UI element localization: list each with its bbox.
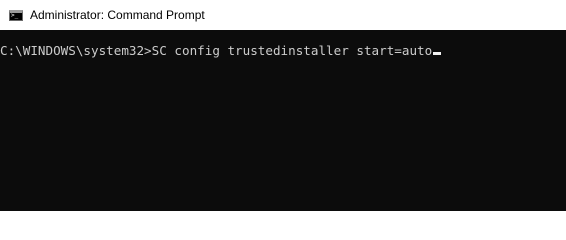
title-bar[interactable]: >_ Administrator: Command Prompt (0, 0, 566, 30)
command-line: C:\WINDOWS\system32>SC config trustedins… (0, 43, 442, 59)
window-title: Administrator: Command Prompt (30, 8, 205, 22)
console-area[interactable]: C:\WINDOWS\system32>SC config trustedins… (0, 30, 566, 211)
cmd-icon-glyph: >_ (11, 11, 19, 19)
command-text: SC config trustedinstaller start=auto (151, 43, 433, 58)
cmd-icon[interactable]: >_ (9, 9, 23, 21)
text-cursor (433, 52, 442, 55)
prompt-path: C:\WINDOWS\system32> (0, 43, 152, 58)
command-prompt-window: >_ Administrator: Command Prompt C:\WIND… (0, 0, 566, 211)
